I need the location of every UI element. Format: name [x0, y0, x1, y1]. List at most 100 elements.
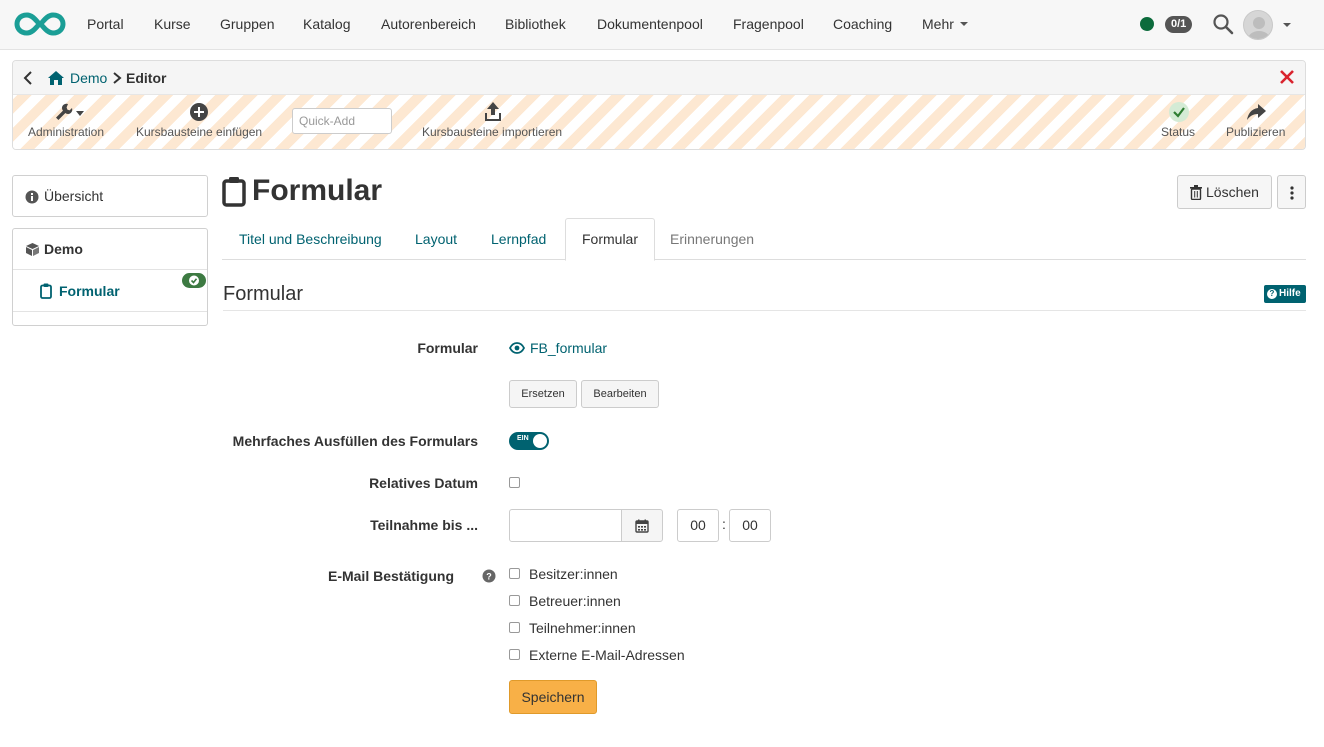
status-button[interactable]: Status — [1158, 95, 1200, 149]
email-coaches-label: Betreuer:innen — [529, 593, 621, 609]
email-owners-label: Besitzer:innen — [529, 566, 618, 582]
tree-node-formular-label: Formular — [59, 283, 120, 299]
overview-link[interactable]: Übersicht — [12, 175, 208, 217]
section-title: Formular — [223, 283, 304, 305]
clipboard-icon — [40, 283, 52, 299]
replace-button[interactable]: Ersetzen — [509, 380, 577, 408]
quick-add-input[interactable] — [292, 108, 392, 134]
notification-counter-badge[interactable]: 0/1 — [1165, 16, 1193, 33]
nav-fragenpool[interactable]: Fragenpool — [733, 16, 804, 32]
relative-date-label: Relatives Datum — [369, 475, 478, 491]
participation-minute-input[interactable]: 00 — [729, 509, 771, 542]
nav-gruppen[interactable]: Gruppen — [220, 16, 274, 32]
edit-button[interactable]: Bearbeiten — [581, 380, 659, 408]
administration-label: Administration — [28, 125, 105, 139]
user-avatar[interactable] — [1243, 10, 1273, 40]
calendar-button[interactable] — [621, 509, 663, 542]
insert-course-element-button[interactable]: Kursbausteine einfügen — [135, 95, 263, 149]
email-external-checkbox[interactable] — [509, 649, 520, 660]
nav-katalog[interactable]: Katalog — [303, 16, 350, 32]
eye-icon[interactable] — [509, 342, 525, 354]
info-icon — [25, 190, 39, 204]
help-label: Hilfe — [1279, 288, 1301, 299]
email-external-label: Externe E-Mail-Adressen — [529, 647, 685, 663]
email-owners-checkbox[interactable] — [509, 568, 520, 579]
participation-date-input[interactable] — [509, 509, 622, 542]
user-menu-caret-icon[interactable] — [1283, 23, 1291, 27]
page-title: Formular — [252, 174, 383, 207]
relative-date-checkbox[interactable] — [509, 477, 520, 488]
section-divider — [223, 310, 1306, 311]
share-arrow-icon — [1247, 104, 1266, 120]
vertical-ellipsis-icon — [1290, 186, 1294, 200]
editor-breadcrumb-bar: Demo Editor — [13, 61, 1305, 95]
nav-portal[interactable]: Portal — [87, 16, 124, 32]
participation-hour-input[interactable]: 00 — [677, 509, 719, 542]
tree-node-demo-label: Demo — [44, 241, 83, 257]
tab-layout[interactable]: Layout — [399, 218, 473, 260]
nav-kurse[interactable]: Kurse — [154, 16, 191, 32]
tab-formular[interactable]: Formular — [565, 218, 656, 261]
tree-node-formular[interactable]: Formular — [13, 270, 207, 312]
top-navigation: Portal Kurse Gruppen Katalog Autorenbere… — [0, 0, 1324, 50]
publish-label: Publizieren — [1226, 125, 1286, 139]
email-participants-checkbox[interactable] — [509, 622, 520, 633]
multiple-fill-toggle[interactable]: EIN — [509, 432, 549, 450]
online-status-icon[interactable] — [1140, 17, 1154, 31]
save-button[interactable]: Speichern — [509, 680, 597, 714]
home-icon[interactable] — [47, 70, 65, 86]
close-icon[interactable] — [1279, 69, 1295, 85]
nav-mehr[interactable]: Mehr — [922, 16, 968, 32]
participation-until-label: Teilnahme bis ... — [370, 517, 478, 533]
tab-titel-und-beschreibung[interactable]: Titel und Beschreibung — [223, 218, 398, 260]
delete-label: Löschen — [1206, 184, 1259, 200]
help-button[interactable]: ? Hilfe — [1264, 285, 1306, 303]
nav-bibliothek[interactable]: Bibliothek — [505, 16, 566, 32]
overview-label: Übersicht — [44, 188, 104, 204]
email-confirmation-label: E-Mail Bestätigung — [328, 568, 478, 584]
tab-lernpfad[interactable]: Lernpfad — [475, 218, 562, 260]
check-status-icon — [182, 273, 206, 288]
nav-mehr-label: Mehr — [922, 16, 954, 32]
question-circle-icon[interactable]: ? — [482, 569, 496, 583]
toggle-knob — [533, 434, 547, 448]
status-check-icon — [1169, 102, 1189, 122]
trash-icon — [1190, 185, 1202, 200]
multiple-fill-label: Mehrfaches Ausfüllen des Formulars — [232, 433, 478, 449]
tab-erinnerungen[interactable]: Erinnerungen — [654, 218, 770, 260]
form-file-link[interactable]: FB_formular — [530, 340, 607, 356]
breadcrumb-demo[interactable]: Demo — [70, 70, 107, 86]
more-actions-button[interactable] — [1277, 175, 1306, 209]
editor-toolbar: Administration Kursbausteine einfügen Ku… — [13, 95, 1305, 149]
tab-bar: Titel und Beschreibung Layout Lernpfad F… — [222, 218, 1306, 261]
publish-button[interactable]: Publizieren — [1225, 95, 1287, 149]
nav-dokumentenpool[interactable]: Dokumentenpool — [597, 16, 703, 32]
tree-node-demo[interactable]: Demo — [13, 229, 207, 270]
svg-text:?: ? — [486, 572, 492, 582]
status-label: Status — [1161, 125, 1196, 139]
email-confirmation-text: E-Mail Bestätigung — [327, 568, 454, 584]
course-tree: Demo Formular — [12, 228, 208, 326]
question-circle-icon: ? — [1267, 289, 1277, 299]
nav-autorenbereich[interactable]: Autorenbereich — [381, 16, 476, 32]
form-label: Formular — [417, 340, 478, 356]
openolat-logo-icon[interactable] — [14, 11, 66, 37]
cube-icon — [26, 243, 39, 256]
wrench-icon — [56, 103, 84, 120]
nav-coaching[interactable]: Coaching — [833, 16, 892, 32]
import-course-elements-button[interactable]: Kursbausteine importieren — [421, 95, 565, 149]
clipboard-icon — [222, 177, 246, 207]
delete-button[interactable]: Löschen — [1177, 175, 1272, 209]
calendar-icon — [635, 519, 649, 533]
caret-down-icon — [959, 22, 968, 26]
email-coaches-checkbox[interactable] — [509, 595, 520, 606]
import-course-elements-label: Kursbausteine importieren — [422, 125, 563, 139]
time-separator: : — [722, 516, 726, 532]
search-icon[interactable] — [1212, 13, 1234, 35]
upload-icon — [485, 102, 501, 121]
breadcrumb-editor: Editor — [126, 70, 167, 86]
email-participants-label: Teilnehmer:innen — [529, 620, 636, 636]
back-arrow-icon[interactable] — [21, 70, 35, 86]
breadcrumb-chevron-icon — [113, 72, 122, 84]
administration-button[interactable]: Administration — [27, 95, 109, 149]
